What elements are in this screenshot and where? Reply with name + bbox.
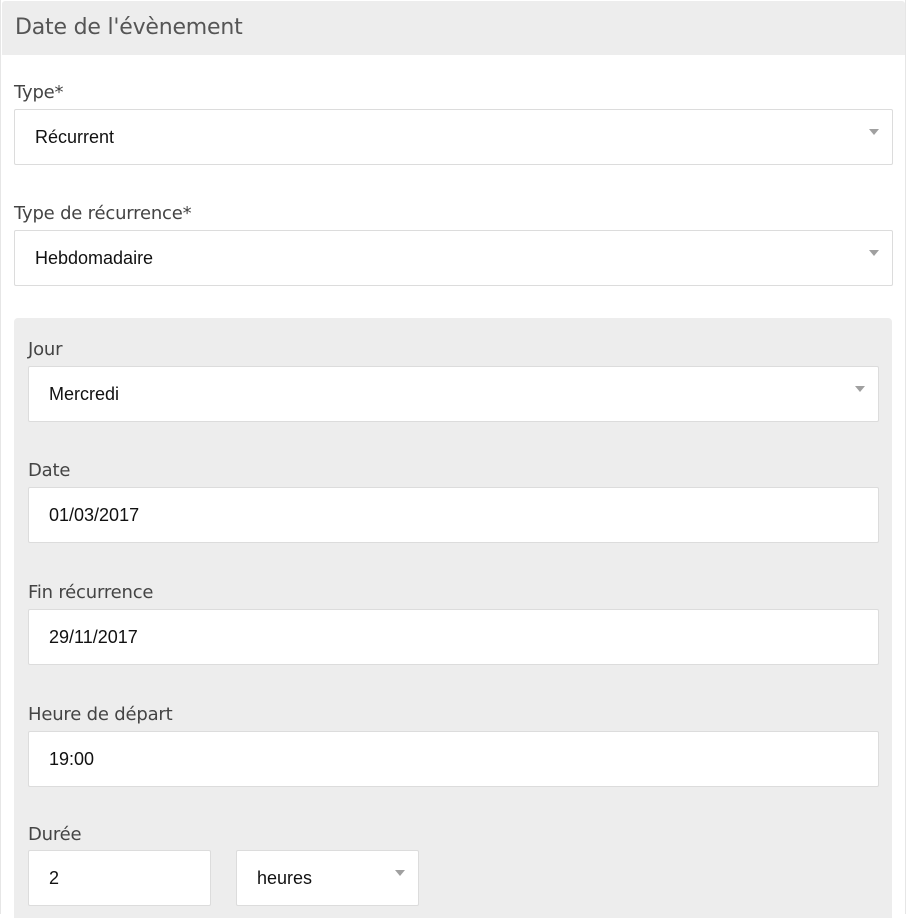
duration-unit-select[interactable]: heures [236,850,419,906]
start-time-label: Heure de départ [28,704,173,725]
recurrence-type-label: Type de récurrence* [14,203,192,224]
date-label: Date [28,460,71,481]
recurrence-end-label: Fin récurrence [28,582,154,603]
chevron-down-icon [395,870,405,876]
recurrence-end-input-value: 29/11/2017 [49,627,138,647]
start-time-input-value: 19:00 [49,749,95,769]
day-label: Jour [28,339,63,360]
panel-header: Date de l'évènement [2,1,905,55]
recurrence-type-select[interactable]: Hebdomadaire [14,230,893,286]
chevron-down-icon [869,129,879,135]
date-input[interactable]: 01/03/2017 [28,487,879,543]
type-select-value: Récurrent [35,127,115,147]
panel-title: Date de l'évènement [15,15,243,40]
start-time-input[interactable]: 19:00 [28,731,879,787]
duration-input[interactable]: 2 [28,850,211,906]
duration-label: Durée [28,824,82,845]
day-select-value: Mercredi [49,384,120,404]
chevron-down-icon [855,386,865,392]
type-label: Type* [14,82,64,103]
date-input-value: 01/03/2017 [49,505,140,525]
chevron-down-icon [869,250,879,256]
recurrence-type-select-value: Hebdomadaire [35,248,154,268]
duration-input-value: 2 [49,868,60,888]
event-date-panel: Date de l'évènement Type* Récurrent Type… [0,0,906,918]
day-select[interactable]: Mercredi [28,366,879,422]
duration-unit-select-value: heures [257,868,313,888]
type-select[interactable]: Récurrent [14,109,893,165]
recurrence-end-input[interactable]: 29/11/2017 [28,609,879,665]
